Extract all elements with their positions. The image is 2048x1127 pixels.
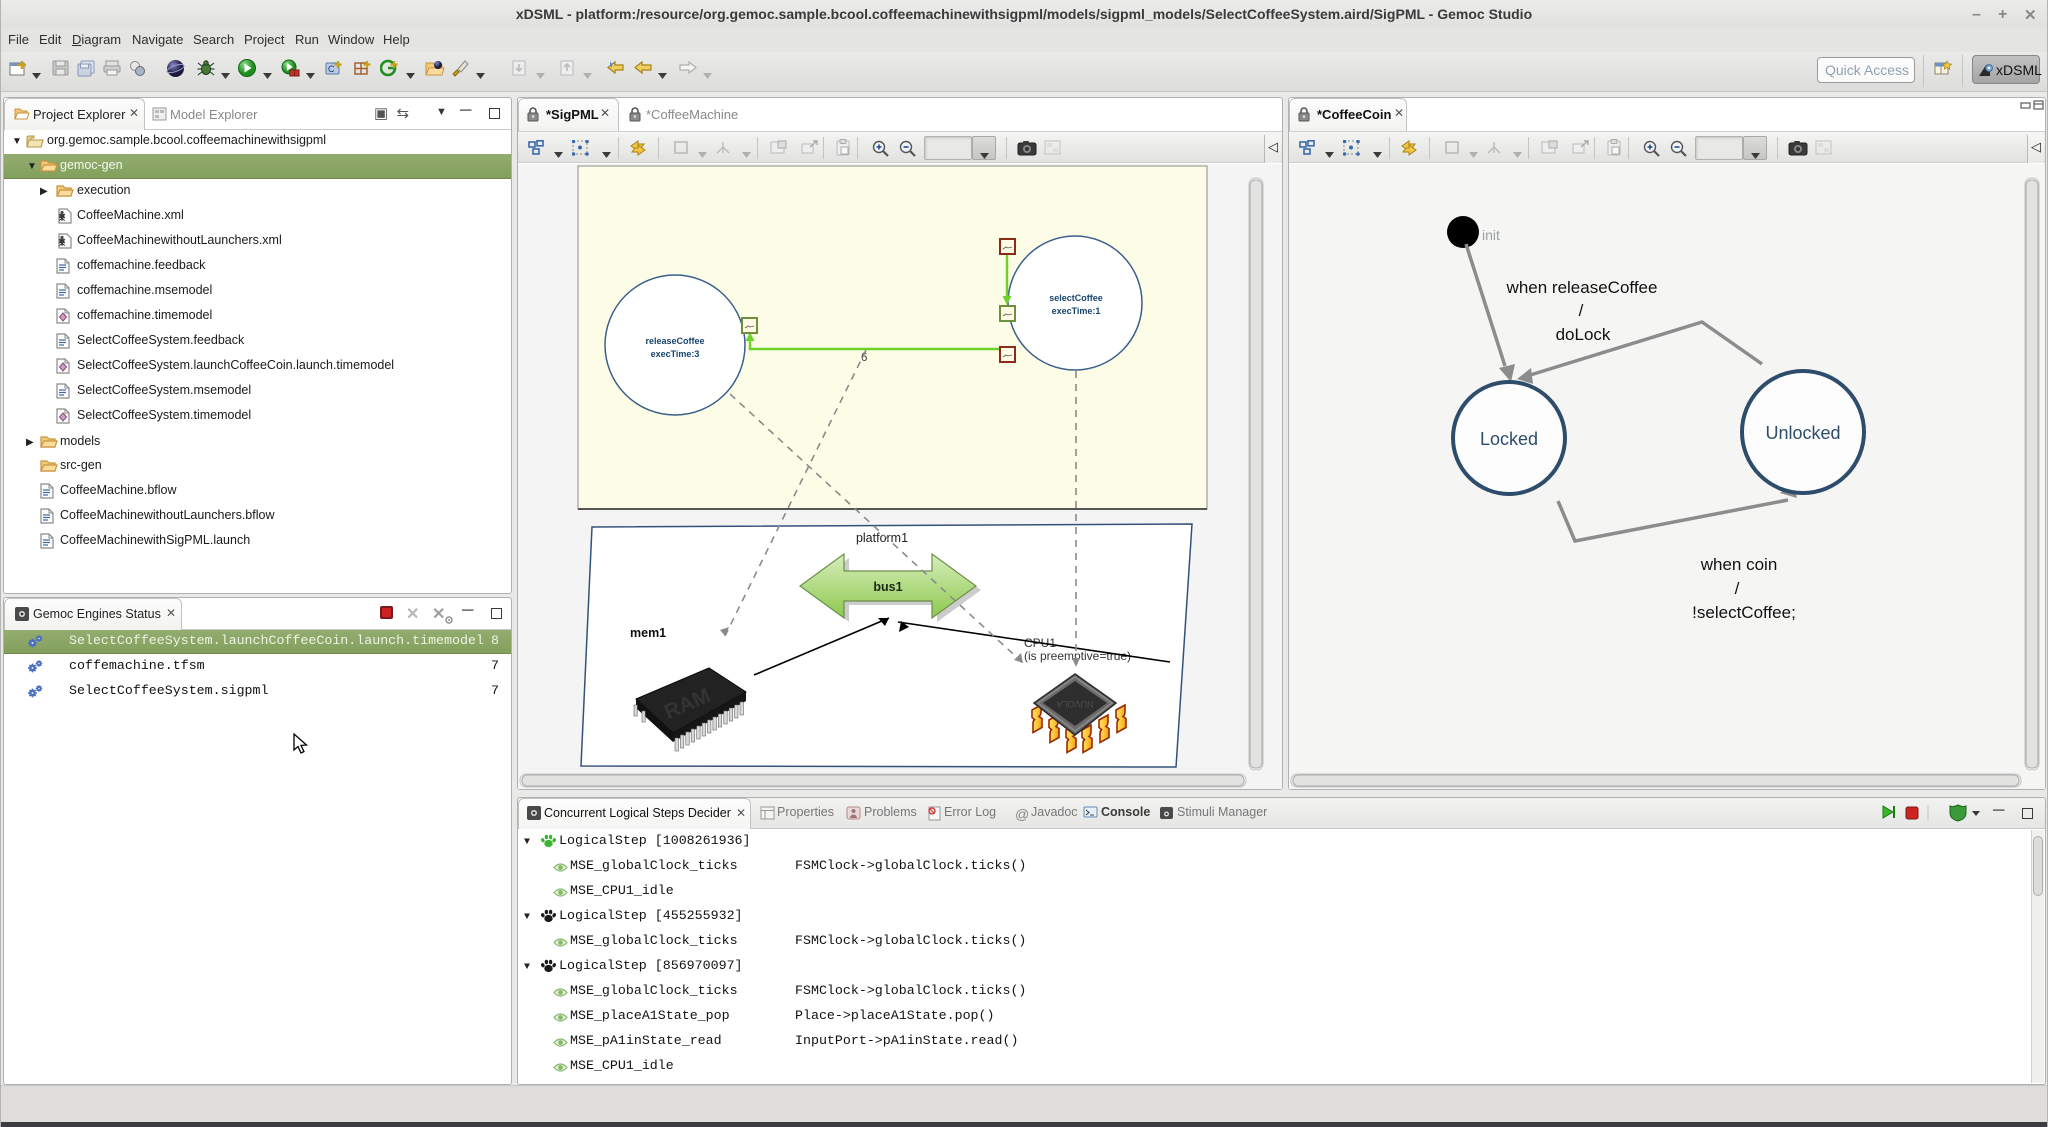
svg-text:execTime:3: execTime:3: [651, 349, 700, 359]
svg-text:doLock: doLock: [1556, 325, 1611, 344]
svg-text:execTime:1: execTime:1: [1052, 306, 1101, 316]
svg-text:when coin: when coin: [1700, 555, 1778, 574]
svg-text:platform1: platform1: [856, 531, 908, 545]
svg-text:bus1: bus1: [873, 580, 902, 594]
svg-text:!selectCoffee;: !selectCoffee;: [1692, 603, 1796, 622]
svg-text:mem1: mem1: [630, 626, 666, 640]
svg-text:when releaseCoffee: when releaseCoffee: [1506, 278, 1658, 297]
svg-text:init: init: [1482, 227, 1500, 243]
svg-text:/: /: [1735, 579, 1740, 598]
svg-text:Unlocked: Unlocked: [1765, 423, 1840, 443]
svg-text:/: /: [1579, 301, 1584, 320]
svg-text:NUVOLA: NUVOLA: [1056, 699, 1093, 709]
svg-text:releaseCoffee: releaseCoffee: [645, 336, 704, 346]
svg-text:C: C: [328, 64, 335, 74]
svg-text:selectCoffee: selectCoffee: [1049, 293, 1103, 303]
svg-text:Locked: Locked: [1480, 429, 1538, 449]
